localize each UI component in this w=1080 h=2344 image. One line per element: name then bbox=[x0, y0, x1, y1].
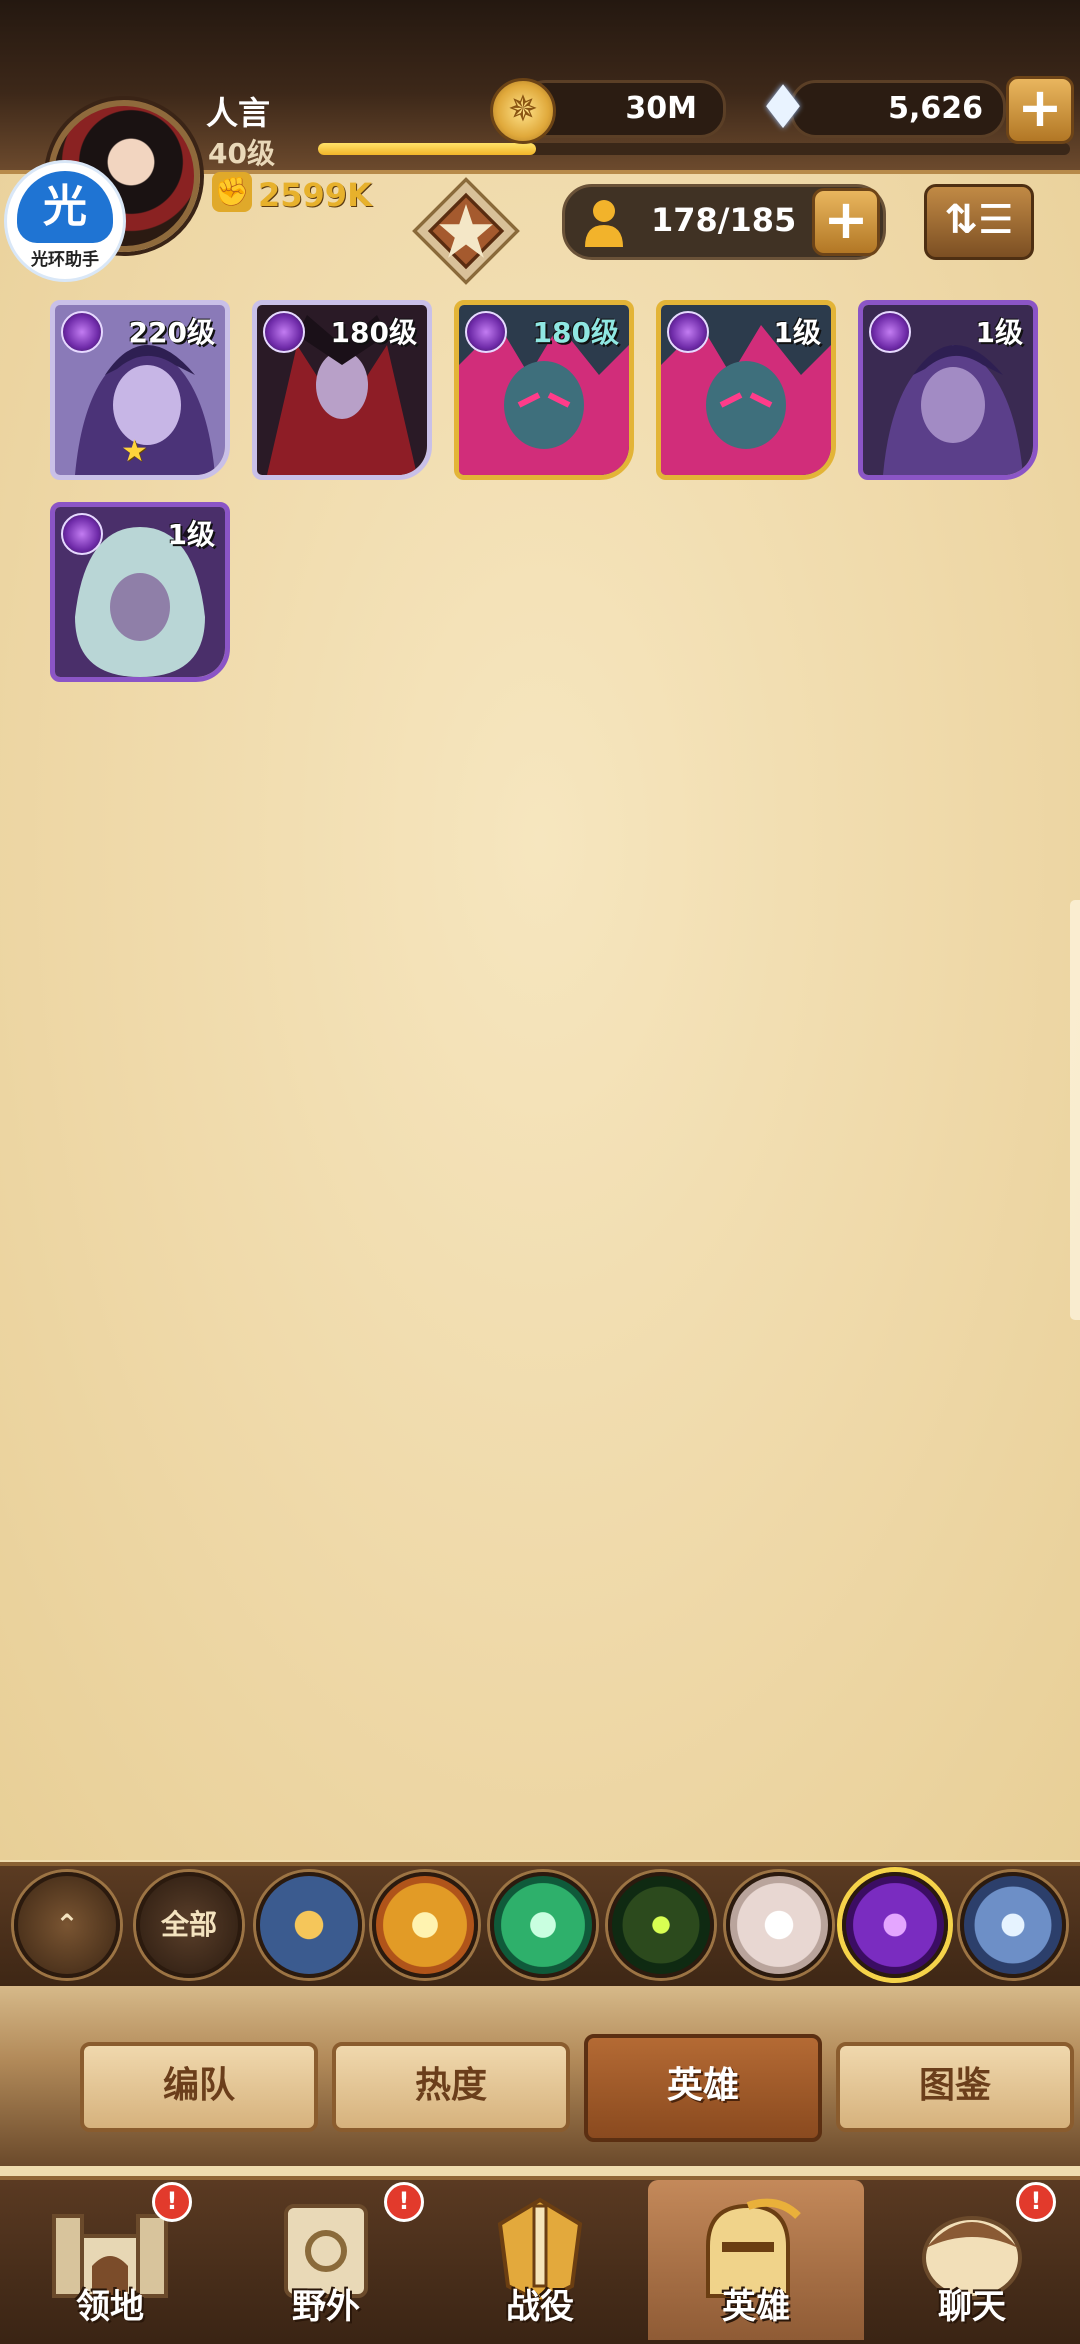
fist-icon: ✊ bbox=[212, 172, 252, 212]
gold-amount: 30M bbox=[625, 91, 697, 126]
expand-hero-slots-button[interactable]: + bbox=[812, 188, 880, 256]
diamond-amount: 5,626 bbox=[888, 91, 983, 126]
hero-level: 180级 bbox=[532, 316, 619, 349]
hero-card[interactable]: 1级 bbox=[50, 502, 230, 682]
diamond-counter[interactable]: 5,626 bbox=[790, 80, 1006, 138]
hero-level: 1级 bbox=[975, 316, 1023, 349]
hero-level: 180级 bbox=[330, 316, 417, 349]
player-level: 40级 bbox=[208, 137, 275, 170]
nav-chat[interactable]: 聊天 ! bbox=[872, 2180, 1072, 2340]
graveborn-faction-icon bbox=[61, 513, 103, 555]
hero-level: 220级 bbox=[128, 316, 215, 349]
graveborn-faction-icon bbox=[61, 311, 103, 353]
hero-card[interactable]: 180级 bbox=[252, 300, 432, 480]
hero-card[interactable]: 220级 ★ bbox=[50, 300, 230, 480]
collapse-button[interactable]: ⌃ bbox=[14, 1872, 120, 1978]
hero-card[interactable]: 180级 bbox=[454, 300, 634, 480]
nav-campaign[interactable]: 战役 bbox=[440, 2180, 640, 2340]
star-icon: ★ bbox=[121, 434, 148, 469]
tab-popularity[interactable]: 热度 bbox=[332, 2042, 570, 2132]
hero-capacity-count: 178/185 bbox=[651, 201, 797, 239]
notification-badge: ! bbox=[1016, 2182, 1056, 2222]
sort-button[interactable]: ⇅☰ bbox=[924, 184, 1034, 260]
lightbearer-filter-icon[interactable] bbox=[256, 1872, 362, 1978]
guanghuan-assistant-badge[interactable]: 光 光环助手 bbox=[4, 160, 126, 282]
nav-label: 领地 bbox=[76, 2287, 144, 2327]
celestial-filter-icon[interactable] bbox=[726, 1872, 832, 1978]
nav-label: 聊天 bbox=[938, 2287, 1006, 2327]
hero-card[interactable]: 1级 bbox=[656, 300, 836, 480]
filter-all-button[interactable]: 全部 bbox=[136, 1872, 242, 1978]
graveborn-eye-filter-icon[interactable] bbox=[608, 1872, 714, 1978]
diamond-icon: ♦ bbox=[756, 73, 810, 143]
double-chevron-up-icon: ⌃ bbox=[55, 1908, 79, 1941]
graveborn-faction-icon bbox=[465, 311, 507, 353]
tab-heroes[interactable]: 英雄 bbox=[584, 2034, 822, 2142]
nav-label: 战役 bbox=[506, 2287, 574, 2327]
xp-bar-fill bbox=[318, 143, 537, 155]
scroll-indicator[interactable] bbox=[1070, 900, 1080, 1320]
nav-territory[interactable]: 领地 ! bbox=[10, 2180, 210, 2340]
filter-all-label: 全部 bbox=[160, 1908, 217, 1941]
sort-icon: ⇅☰ bbox=[944, 197, 1014, 243]
nav-label: 野外 bbox=[292, 2287, 360, 2327]
mauler-filter-icon[interactable] bbox=[372, 1872, 478, 1978]
tab-codex[interactable]: 图鉴 bbox=[836, 2042, 1074, 2132]
hero-level: 1级 bbox=[773, 316, 821, 349]
tab-formation[interactable]: 编队 bbox=[80, 2042, 318, 2132]
resonating-crystal-icon[interactable] bbox=[410, 175, 522, 287]
hero-card[interactable]: 1级 bbox=[858, 300, 1038, 480]
graveborn-faction-icon bbox=[869, 311, 911, 353]
guanghuan-logo-icon: 光 bbox=[17, 171, 113, 243]
hypogean-filter-icon[interactable] bbox=[842, 1872, 948, 1978]
graveborn-faction-icon bbox=[667, 311, 709, 353]
team-power: 2599K bbox=[258, 176, 372, 214]
buy-diamonds-button[interactable]: + bbox=[1006, 76, 1074, 144]
nav-heroes[interactable]: 英雄 bbox=[648, 2180, 864, 2340]
person-icon bbox=[585, 200, 623, 247]
nav-wilderness[interactable]: 野外 ! bbox=[226, 2180, 426, 2340]
graveborn-faction-icon bbox=[263, 311, 305, 353]
gold-coin-icon: ✵ bbox=[490, 78, 556, 144]
dimensional-filter-icon[interactable] bbox=[960, 1872, 1066, 1978]
wilder-filter-icon[interactable] bbox=[490, 1872, 596, 1978]
player-name: 人言 bbox=[206, 94, 271, 132]
nav-label: 英雄 bbox=[722, 2287, 790, 2327]
notification-badge: ! bbox=[152, 2182, 192, 2222]
hero-level: 1级 bbox=[167, 518, 215, 551]
xp-bar bbox=[318, 143, 1070, 155]
guanghuan-caption: 光环助手 bbox=[31, 250, 99, 270]
notification-badge: ! bbox=[384, 2182, 424, 2222]
